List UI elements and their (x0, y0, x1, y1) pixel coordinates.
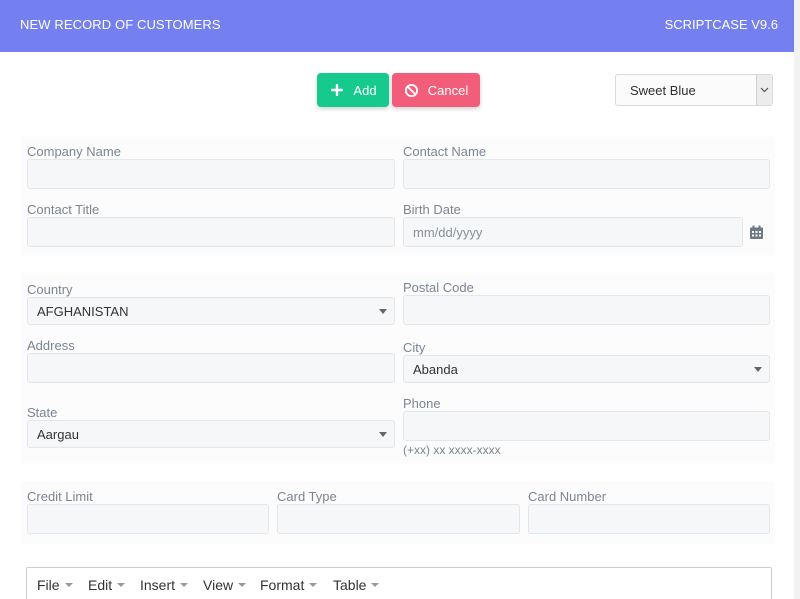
caret-down-icon (371, 583, 380, 587)
app-frame: NEW RECORD OF CUSTOMERS SCRIPTCASE V9.6 … (0, 0, 794, 599)
country-label: Country (27, 282, 73, 297)
calendar-icon[interactable] (749, 225, 764, 240)
ban-icon (404, 82, 420, 98)
contact-name-input[interactable] (403, 159, 770, 189)
city-value: Abanda (413, 362, 458, 377)
theme-select[interactable]: Sweet Blue (615, 74, 773, 106)
page-title: NEW RECORD OF CUSTOMERS (20, 17, 221, 32)
company-name-input[interactable] (27, 159, 395, 189)
editor-menu-label: Table (333, 577, 367, 593)
phone-label: Phone (403, 396, 441, 411)
state-select[interactable]: Aargau (27, 420, 395, 448)
caret-down-icon (180, 583, 189, 587)
card-number-label: Card Number (528, 489, 607, 504)
birth-date-placeholder: mm/dd/yyyy (413, 225, 483, 240)
contact-title-input[interactable] (27, 217, 395, 247)
page-scrollbar[interactable] (794, 0, 800, 599)
phone-format-hint: (+xx) xx xxxx-xxxx (403, 443, 501, 457)
cancel-button[interactable]: Cancel (392, 73, 480, 107)
rich-text-editor[interactable]: File Edit Insert View Format Table (26, 567, 772, 599)
state-label: State (27, 405, 58, 420)
card-type-label: Card Type (277, 489, 337, 504)
editor-menu-label: Insert (140, 577, 176, 593)
city-label: City (403, 340, 426, 355)
contact-title-label: Contact Title (27, 202, 100, 217)
country-value: AFGHANISTAN (37, 304, 129, 319)
page-header: NEW RECORD OF CUSTOMERS SCRIPTCASE V9.6 (0, 0, 794, 52)
plus-icon (329, 82, 345, 98)
add-button[interactable]: Add (317, 73, 389, 107)
editor-menu-view[interactable]: View (203, 577, 247, 593)
company-name-label: Company Name (27, 144, 121, 159)
state-value: Aargau (37, 427, 79, 442)
editor-menu-label: File (37, 577, 60, 593)
contact-name-label: Contact Name (403, 144, 487, 159)
postal-code-label: Postal Code (403, 280, 474, 295)
card-number-input[interactable] (528, 504, 770, 534)
editor-menu-edit[interactable]: Edit (88, 577, 126, 593)
credit-limit-label: Credit Limit (27, 489, 93, 504)
theme-select-value: Sweet Blue (630, 83, 696, 98)
editor-menu-format[interactable]: Format (260, 577, 318, 593)
caret-down-icon (238, 583, 247, 587)
address-label: Address (27, 338, 75, 353)
birth-date-input[interactable]: mm/dd/yyyy (403, 217, 743, 247)
postal-code-input[interactable] (403, 295, 770, 325)
birth-date-label: Birth Date (403, 202, 461, 217)
caret-down-icon (64, 583, 73, 587)
city-select[interactable]: Abanda (403, 355, 770, 383)
editor-menu-label: Edit (88, 577, 113, 593)
editor-menu-file[interactable]: File (37, 577, 73, 593)
address-input[interactable] (27, 353, 395, 383)
caret-down-icon (379, 432, 387, 437)
editor-menu-label: Format (260, 577, 305, 593)
country-select[interactable]: AFGHANISTAN (27, 297, 395, 325)
caret-down-icon (379, 309, 387, 314)
editor-menu-table[interactable]: Table (333, 577, 380, 593)
caret-down-icon (754, 367, 762, 372)
card-type-input[interactable] (277, 504, 520, 534)
version-label: SCRIPTCASE V9.6 (664, 17, 778, 32)
add-button-label: Add (353, 82, 377, 98)
cancel-button-label: Cancel (427, 82, 469, 98)
caret-down-icon (309, 583, 318, 587)
chevron-down-icon (756, 75, 772, 105)
editor-menu-insert[interactable]: Insert (140, 577, 189, 593)
phone-input[interactable] (403, 411, 770, 441)
editor-menu-label: View (203, 577, 234, 593)
credit-limit-input[interactable] (27, 504, 269, 534)
caret-down-icon (117, 583, 126, 587)
